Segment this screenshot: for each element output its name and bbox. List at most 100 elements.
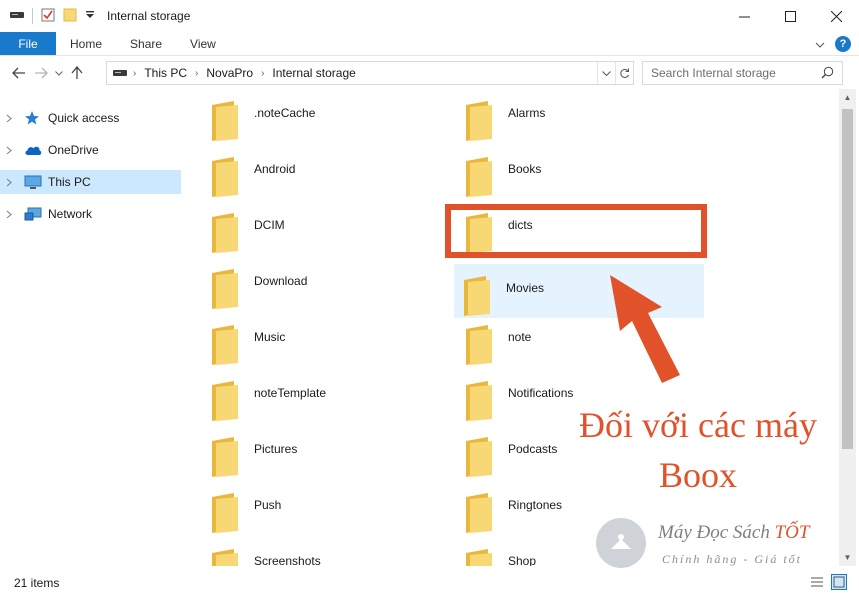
large-icons-view-icon[interactable] <box>831 574 847 590</box>
navigation-pane: Quick access OneDrive This PC Network <box>0 98 184 566</box>
chevron-right-icon[interactable] <box>6 210 18 219</box>
folder-name: Push <box>254 498 282 512</box>
folder-name: Shop <box>508 554 537 566</box>
properties-icon[interactable] <box>41 8 55 25</box>
back-button[interactable] <box>8 62 30 84</box>
help-icon[interactable]: ? <box>835 36 851 52</box>
breadcrumb-this-pc[interactable]: This PC <box>144 66 187 80</box>
window-title: Internal storage <box>107 9 191 23</box>
forward-button[interactable] <box>30 62 52 84</box>
sidebar-item-onedrive[interactable]: OneDrive <box>0 138 184 162</box>
quick-access-toolbar <box>0 0 95 32</box>
folder-icon <box>464 381 494 424</box>
folder-name: Books <box>508 162 542 176</box>
search-icon[interactable] <box>821 66 834 82</box>
chevron-right-icon[interactable] <box>6 114 18 123</box>
drive-icon <box>113 68 127 78</box>
sidebar-item-this-pc[interactable]: This PC <box>0 170 181 194</box>
folder-item[interactable]: .noteCache <box>202 89 452 143</box>
refresh-button[interactable] <box>615 62 633 84</box>
sidebar-item-quick-access[interactable]: Quick access <box>0 106 184 130</box>
folder-item[interactable]: Books <box>456 145 706 199</box>
details-view-icon[interactable] <box>809 574 825 590</box>
scroll-down-icon[interactable]: ▼ <box>839 549 856 566</box>
search-box[interactable] <box>642 61 843 85</box>
folder-icon <box>210 325 240 368</box>
folder-icon <box>464 493 494 536</box>
folder-item[interactable]: Screenshots <box>202 537 452 566</box>
folder-icon <box>210 549 240 566</box>
status-bar: 21 items <box>0 570 859 595</box>
breadcrumb-novapro[interactable]: NovaPro <box>206 66 253 80</box>
tab-home[interactable]: Home <box>56 32 116 55</box>
maximize-button[interactable] <box>767 0 813 32</box>
folder-name: DCIM <box>254 218 285 232</box>
sidebar-item-label: Network <box>48 207 93 221</box>
folder-icon <box>210 437 240 480</box>
chevron-right-icon[interactable] <box>6 146 18 155</box>
star-icon <box>24 110 46 126</box>
address-bar[interactable]: › This PC › NovaPro › Internal storage <box>106 61 634 85</box>
highlight-box <box>445 204 707 258</box>
chevron-right-icon[interactable] <box>6 178 18 187</box>
folder-icon <box>210 101 240 144</box>
folder-item[interactable]: Download <box>202 257 452 311</box>
tab-view[interactable]: View <box>176 32 230 55</box>
folder-icon <box>210 381 240 424</box>
minimize-button[interactable] <box>721 0 767 32</box>
folder-name: Screenshots <box>254 554 321 566</box>
folder-icon <box>464 325 494 368</box>
folder-name: .noteCache <box>254 106 316 120</box>
sidebar-item-label: Quick access <box>48 111 120 125</box>
customize-toolbar-icon[interactable] <box>85 9 95 23</box>
folder-name: Podcasts <box>508 442 558 456</box>
breadcrumb-separator-icon[interactable]: › <box>195 68 198 79</box>
network-icon <box>24 207 46 222</box>
scroll-up-icon[interactable]: ▲ <box>839 89 856 106</box>
new-folder-icon[interactable] <box>63 8 77 25</box>
folder-icon <box>464 101 494 144</box>
folder-name: Download <box>254 274 308 288</box>
folder-item[interactable]: Alarms <box>456 89 706 143</box>
folder-icon <box>464 437 494 480</box>
folder-name: note <box>508 330 532 344</box>
watermark: Máy Đọc Sách TỐT Chính hãng - Giá tốt <box>596 516 826 572</box>
breadcrumb-internal-storage[interactable]: Internal storage <box>272 66 355 80</box>
folder-item[interactable]: Push <box>202 481 452 535</box>
folder-item[interactable]: Pictures <box>202 425 452 479</box>
ribbon-tabs: File Home Share View ? <box>0 32 859 56</box>
item-count: 21 items <box>14 575 60 590</box>
close-button[interactable] <box>813 0 859 32</box>
folder-icon <box>210 493 240 536</box>
tab-share[interactable]: Share <box>116 32 176 55</box>
annotation-line-1: Đối với các máy <box>579 405 817 445</box>
expand-ribbon-icon[interactable] <box>815 37 825 51</box>
folder-item[interactable]: Music <box>202 313 452 367</box>
folder-icon <box>210 213 240 256</box>
folder-item[interactable]: DCIM <box>202 201 452 255</box>
folder-icon <box>210 157 240 200</box>
folder-name: Pictures <box>254 442 298 456</box>
watermark-subtitle: Chính hãng - Giá tốt <box>662 552 803 566</box>
breadcrumb-separator-icon[interactable]: › <box>261 68 264 79</box>
scroll-thumb[interactable] <box>842 109 853 449</box>
folder-item[interactable]: Android <box>202 145 452 199</box>
address-dropdown-button[interactable] <box>597 62 615 84</box>
up-button[interactable] <box>66 62 88 84</box>
breadcrumb-separator-icon[interactable]: › <box>133 68 136 79</box>
annotation-arrow-icon <box>610 275 680 383</box>
folder-item[interactable]: noteTemplate <box>202 369 452 423</box>
folder-name: Music <box>254 330 286 344</box>
folder-icon <box>210 269 240 312</box>
sidebar-item-label: OneDrive <box>48 143 99 157</box>
tab-file[interactable]: File <box>0 32 56 55</box>
search-input[interactable] <box>651 66 821 80</box>
annotation-text: Đối với các máy Boox <box>553 400 843 500</box>
monitor-icon <box>24 175 46 190</box>
sidebar-item-network[interactable]: Network <box>0 202 184 226</box>
recent-locations-button[interactable] <box>52 62 66 84</box>
drive-icon[interactable] <box>10 9 24 23</box>
sidebar-item-label: This PC <box>48 175 91 189</box>
watermark-title: Máy Đọc Sách TỐT <box>658 522 810 543</box>
folder-name: Alarms <box>508 106 546 120</box>
